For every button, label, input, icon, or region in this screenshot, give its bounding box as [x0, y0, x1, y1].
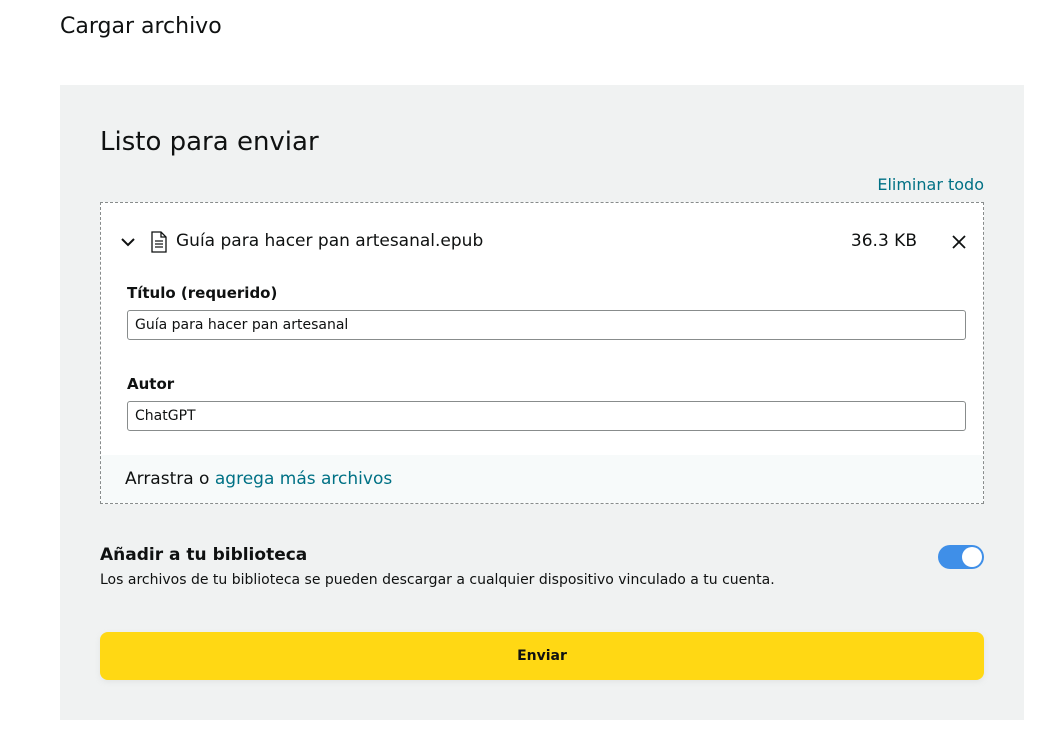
- drop-zone-text: Arrastra o agrega más archivos: [125, 469, 392, 489]
- file-size: 36.3 KB: [850, 231, 917, 251]
- close-icon[interactable]: [949, 232, 969, 252]
- file-list-box: Guía para hacer pan artesanal.epub 36.3 …: [100, 202, 984, 504]
- upload-panel: Listo para enviar Eliminar todo Guía par…: [60, 85, 1024, 720]
- library-title: Añadir a tu biblioteca: [100, 545, 308, 565]
- document-icon: [151, 231, 167, 253]
- file-row: Guía para hacer pan artesanal.epub 36.3 …: [119, 230, 969, 254]
- submit-button[interactable]: Enviar: [100, 632, 984, 680]
- chevron-down-icon[interactable]: [119, 233, 137, 251]
- file-name: Guía para hacer pan artesanal.epub: [176, 231, 484, 251]
- drop-zone[interactable]: Arrastra o agrega más archivos: [101, 455, 983, 503]
- add-more-files-link[interactable]: agrega más archivos: [215, 469, 392, 489]
- library-description: Los archivos de tu biblioteca se pueden …: [100, 572, 775, 588]
- title-field-label: Título (requerido): [127, 284, 278, 302]
- author-field-label: Autor: [127, 375, 175, 393]
- library-toggle[interactable]: [938, 545, 984, 569]
- remove-all-link[interactable]: Eliminar todo: [877, 175, 984, 194]
- toggle-knob: [962, 547, 982, 567]
- page-title: Cargar archivo: [60, 14, 222, 39]
- drop-zone-prefix: Arrastra o: [125, 469, 215, 489]
- author-input[interactable]: [127, 401, 966, 431]
- section-heading: Listo para enviar: [100, 127, 319, 157]
- title-input[interactable]: [127, 310, 966, 340]
